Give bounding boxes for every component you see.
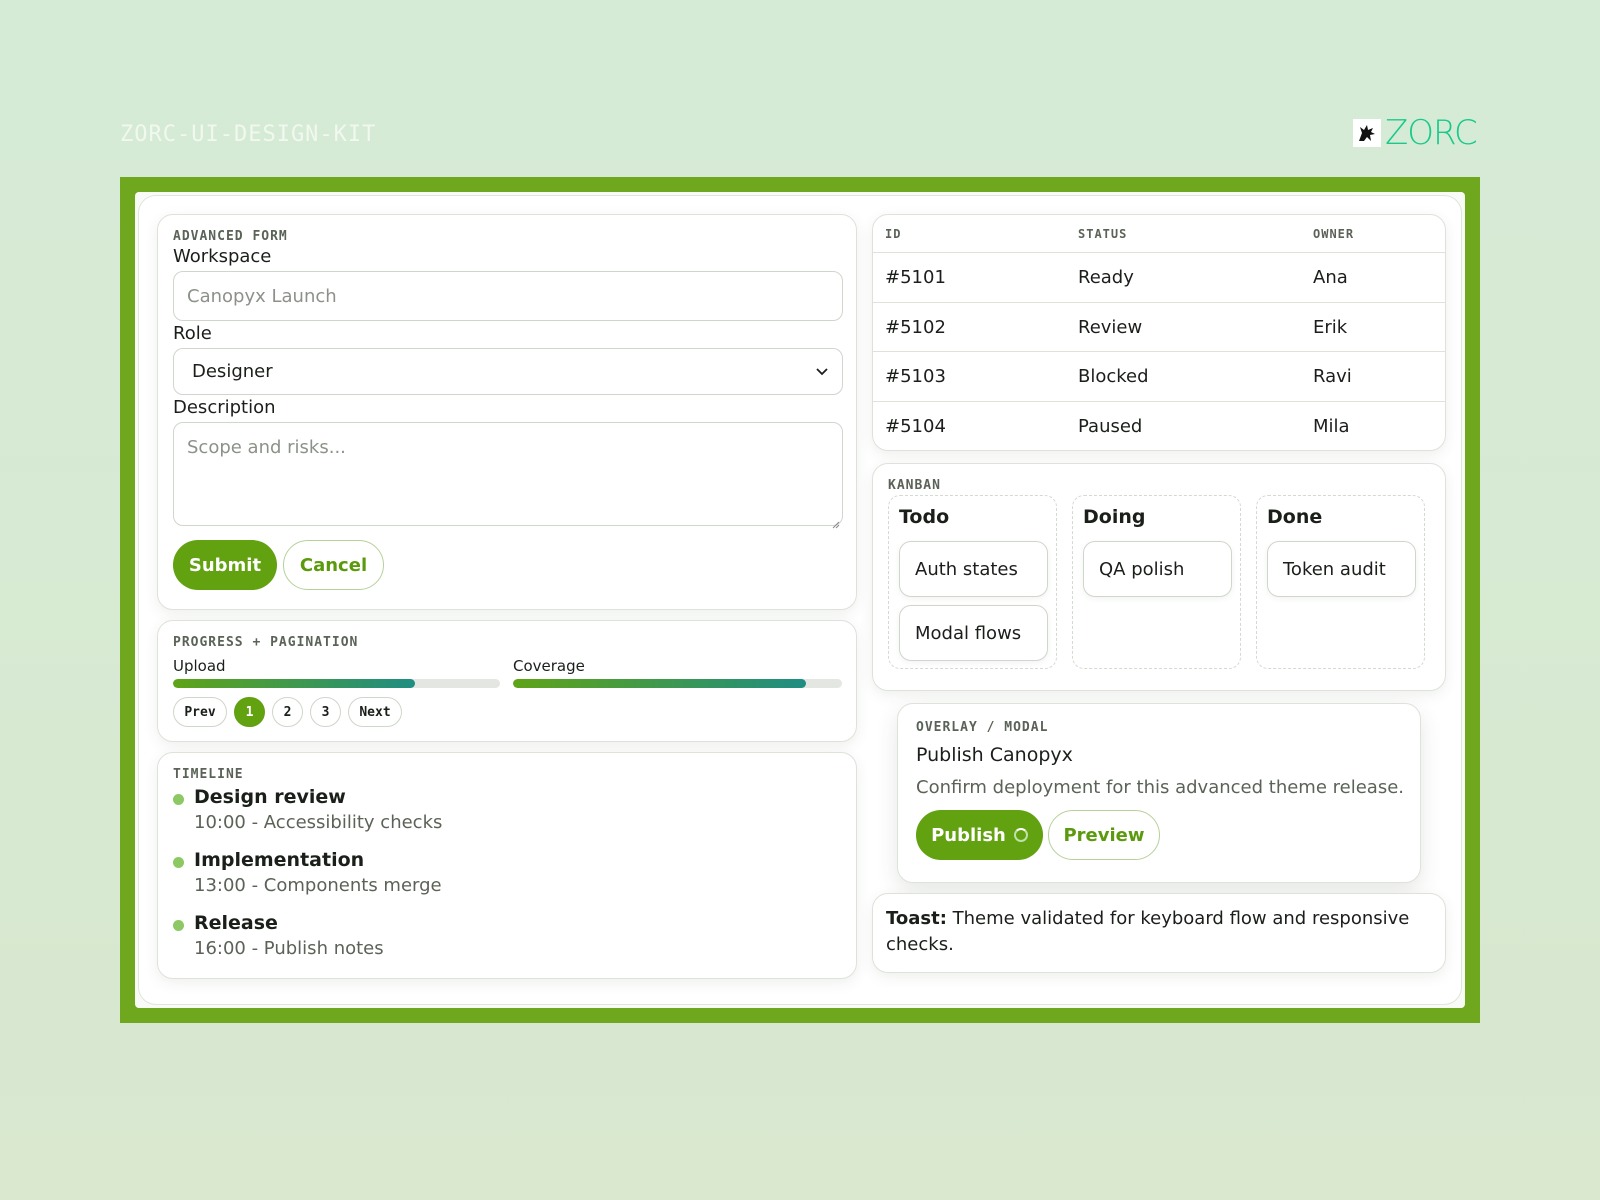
upload-progress-fill [173, 679, 415, 688]
coverage-progress-fill [513, 679, 806, 688]
cell-id: #5102 [885, 316, 946, 338]
submit-button[interactable]: Submit [173, 540, 277, 590]
modal-title: Publish Canopyx [916, 744, 1073, 766]
prev-page-button[interactable]: Prev [173, 697, 227, 727]
cell-status: Ready [1078, 267, 1134, 288]
workspace-input[interactable]: Canopyx Launch [173, 271, 843, 321]
cell-status: Review [1078, 316, 1143, 338]
logo-wordmark: ZORC [1385, 113, 1478, 153]
cancel-button[interactable]: Cancel [283, 540, 384, 590]
kit-title: ZORC-UI-DESIGN-KIT [120, 122, 377, 147]
upload-label: Upload [173, 657, 226, 675]
table-header-row: ID STATUS OWNER [873, 215, 1445, 252]
progress-pagination-card: PROGRESS + PAGINATION Upload Coverage Pr… [157, 620, 857, 742]
cell-owner: Ravi [1313, 366, 1352, 387]
timeline-item-detail: 16:00 - Publish notes [194, 938, 384, 959]
column-header-status: STATUS [1078, 226, 1128, 241]
timeline-item-title: Implementation [194, 849, 365, 871]
timeline-item-title: Design review [194, 786, 346, 808]
timeline-eyebrow: TIMELINE [173, 767, 244, 782]
role-value: Designer [192, 361, 273, 382]
timeline-item-title: Release [194, 912, 278, 934]
role-label: Role [173, 323, 212, 344]
coverage-progress-bar [513, 679, 842, 688]
table-row[interactable]: #5102 Review Erik [873, 302, 1445, 351]
description-label: Description [173, 397, 276, 418]
wolf-logo-icon [1353, 119, 1381, 147]
data-table: ID STATUS OWNER #5101 Ready Ana #5102 Re… [872, 214, 1446, 451]
cell-id: #5101 [885, 267, 946, 288]
page-2-button[interactable]: 2 [272, 697, 303, 727]
publish-modal: OVERLAY / MODAL Publish Canopyx Confirm … [897, 703, 1421, 883]
chevron-down-icon [815, 361, 829, 382]
cell-status: Paused [1078, 415, 1143, 437]
progress-eyebrow: PROGRESS + PAGINATION [173, 635, 359, 650]
toast-label: Toast: [886, 908, 947, 929]
page-1-button[interactable]: 1 [234, 697, 265, 727]
coverage-label: Coverage [513, 657, 585, 675]
timeline-item-detail: 13:00 - Components merge [194, 875, 442, 896]
cell-owner: Mila [1313, 415, 1350, 437]
description-placeholder: Scope and risks... [187, 437, 346, 458]
kanban-card-item[interactable]: Modal flows [899, 605, 1048, 661]
timeline-dot-icon [173, 794, 184, 805]
publish-button[interactable]: Publish [916, 810, 1043, 860]
frame-inner: ADVANCED FORM Workspace Canopyx Launch R… [135, 192, 1465, 1008]
kanban-card-item[interactable]: QA polish [1083, 541, 1232, 597]
modal-message: Confirm deployment for this advanced the… [916, 777, 1404, 798]
kanban-card-item[interactable]: Auth states [899, 541, 1048, 597]
cell-status: Blocked [1078, 366, 1149, 387]
kanban-column-title: Todo [899, 506, 950, 528]
description-textarea[interactable]: Scope and risks... [173, 422, 843, 529]
publish-button-label: Publish [931, 824, 1006, 846]
timeline-dot-icon [173, 857, 184, 868]
cell-id: #5104 [885, 415, 946, 437]
component-board: ADVANCED FORM Workspace Canopyx Launch R… [138, 195, 1462, 1005]
role-select[interactable]: Designer [173, 348, 843, 395]
kanban-eyebrow: KANBAN [888, 478, 941, 493]
kanban-column-title: Doing [1083, 506, 1146, 528]
kanban-column-done: Done Token audit [1256, 495, 1425, 669]
cell-id: #5103 [885, 366, 946, 387]
column-header-owner: OWNER [1313, 226, 1355, 241]
upload-progress-bar [173, 679, 500, 688]
preview-button[interactable]: Preview [1048, 810, 1160, 860]
kanban-column-title: Done [1267, 506, 1323, 528]
brand-logo: ZORC [1353, 113, 1478, 153]
cell-owner: Ana [1313, 267, 1348, 288]
kanban-card-item[interactable]: Token audit [1267, 541, 1416, 597]
table-row[interactable]: #5104 Paused Mila [873, 401, 1445, 450]
page-3-button[interactable]: 3 [310, 697, 341, 727]
next-page-button[interactable]: Next [348, 697, 402, 727]
table-row[interactable]: #5103 Blocked Ravi [873, 351, 1445, 401]
cell-owner: Erik [1313, 316, 1348, 338]
timeline-card: TIMELINE Design review 10:00 - Accessibi… [157, 752, 857, 979]
kanban-card: KANBAN Todo Auth states Modal flows Doin… [872, 463, 1446, 691]
resize-handle-icon[interactable] [830, 513, 840, 529]
toast-notification: Toast: Theme validated for keyboard flow… [872, 893, 1446, 973]
loading-spinner-icon [1013, 828, 1028, 842]
workspace-label: Workspace [173, 246, 272, 267]
column-header-id: ID [885, 226, 902, 241]
showcase-frame: ADVANCED FORM Workspace Canopyx Launch R… [120, 177, 1480, 1023]
timeline-dot-icon [173, 920, 184, 931]
table-row[interactable]: #5101 Ready Ana [873, 252, 1445, 302]
workspace-placeholder: Canopyx Launch [187, 285, 337, 307]
timeline-item-detail: 10:00 - Accessibility checks [194, 812, 443, 833]
kanban-column-todo: Todo Auth states Modal flows [888, 495, 1057, 669]
kanban-column-doing: Doing QA polish [1072, 495, 1241, 669]
form-eyebrow: ADVANCED FORM [173, 229, 288, 244]
modal-eyebrow: OVERLAY / MODAL [916, 720, 1049, 735]
advanced-form-card: ADVANCED FORM Workspace Canopyx Launch R… [157, 214, 857, 610]
toast-message: Theme validated for keyboard flow and re… [886, 908, 1410, 955]
